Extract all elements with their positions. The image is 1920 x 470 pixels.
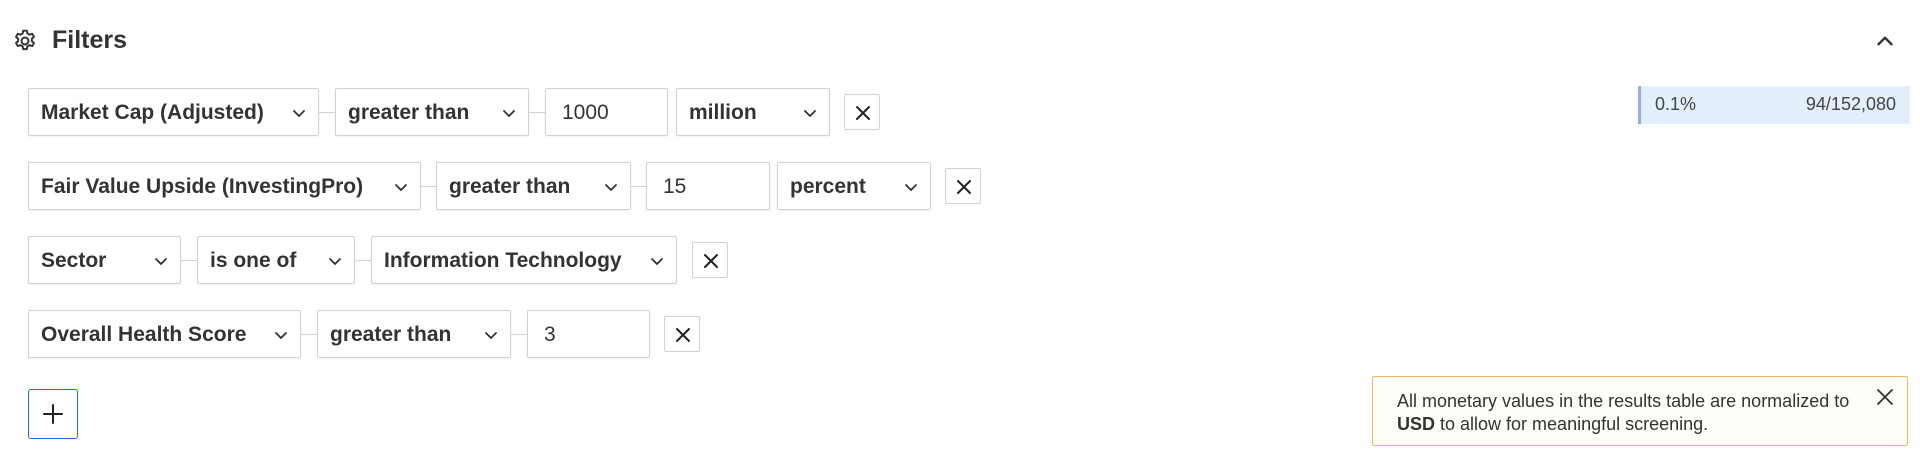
- field-select-label: Fair Value Upside (InvestingPro): [41, 175, 364, 198]
- value-select-label: Information Technology: [384, 249, 622, 272]
- notice-text-after: to allow for meaningful screening.: [1435, 414, 1709, 434]
- operator-select-label: greater than: [348, 101, 470, 124]
- unit-select-label: percent: [790, 175, 866, 198]
- filter-row-health-score: Overall Health Score greater than 3: [28, 310, 1128, 360]
- field-select[interactable]: Sector: [28, 236, 181, 284]
- connector-line: [511, 334, 527, 335]
- chevron-down-icon: [503, 110, 515, 117]
- connector-line: [355, 260, 371, 261]
- currency-notice: All monetary values in the results table…: [1372, 376, 1908, 446]
- chevron-down-icon: [329, 258, 341, 265]
- field-select-label: Overall Health Score: [41, 323, 247, 346]
- results-stats-bar: 0.1% 94/152,080: [1638, 86, 1910, 124]
- plus-icon: [43, 404, 63, 424]
- connector-line: [631, 186, 646, 187]
- chevron-down-icon: [605, 184, 617, 191]
- value-input[interactable]: 1000: [545, 88, 668, 136]
- field-select[interactable]: Fair Value Upside (InvestingPro): [28, 162, 421, 210]
- remove-filter-button[interactable]: [692, 242, 728, 278]
- filters-title: Filters: [52, 26, 128, 54]
- remove-filter-button[interactable]: [664, 316, 700, 352]
- operator-select[interactable]: greater than: [335, 88, 529, 136]
- gear-icon: [15, 29, 35, 51]
- operator-select-label: is one of: [210, 249, 297, 272]
- operator-select[interactable]: greater than: [436, 162, 631, 210]
- chevron-down-icon: [155, 258, 167, 265]
- connector-line: [301, 334, 317, 335]
- unit-select[interactable]: percent: [777, 162, 931, 210]
- field-select-label: Sector: [41, 249, 107, 272]
- field-select[interactable]: Market Cap (Adjusted): [28, 88, 319, 136]
- chevron-down-icon: [485, 332, 497, 339]
- connector-line: [319, 112, 335, 113]
- value-input-text: 3: [544, 323, 556, 346]
- filter-row-fair-value: Fair Value Upside (InvestingPro) greater…: [28, 162, 1128, 212]
- operator-select[interactable]: greater than: [317, 310, 511, 358]
- value-select[interactable]: Information Technology: [371, 236, 677, 284]
- notice-text-before: All monetary values in the results table…: [1397, 391, 1850, 411]
- chevron-down-icon: [275, 332, 287, 339]
- close-icon: [856, 106, 870, 120]
- close-icon: [957, 180, 971, 194]
- chevron-down-icon: [651, 258, 663, 265]
- filters-header: Filters: [0, 0, 1920, 80]
- unit-select[interactable]: million: [676, 88, 830, 136]
- operator-select-label: greater than: [330, 323, 452, 346]
- filter-row-market-cap: Market Cap (Adjusted) greater than 1000 …: [28, 88, 1128, 138]
- chevron-down-icon: [804, 110, 816, 117]
- value-input-text: 15: [663, 175, 687, 198]
- remove-filter-button[interactable]: [844, 94, 880, 130]
- connector-line: [421, 186, 436, 187]
- close-icon: [704, 254, 718, 268]
- remove-filter-button[interactable]: [945, 168, 981, 204]
- connector-line: [529, 112, 545, 113]
- unit-select-label: million: [689, 101, 757, 124]
- field-select[interactable]: Overall Health Score: [28, 310, 301, 358]
- results-percent: 0.1%: [1655, 94, 1697, 114]
- add-filter-button[interactable]: [28, 389, 78, 439]
- notice-text: All monetary values in the results table…: [1397, 390, 1867, 436]
- value-input-text: 1000: [562, 101, 609, 124]
- operator-select[interactable]: is one of: [197, 236, 355, 284]
- chevron-up-icon[interactable]: [1872, 28, 1898, 54]
- value-input[interactable]: 3: [527, 310, 650, 358]
- close-icon[interactable]: [1875, 387, 1895, 407]
- results-count: 94/152,080: [1805, 94, 1896, 114]
- chevron-down-icon: [905, 184, 917, 191]
- chevron-down-icon: [293, 110, 305, 117]
- operator-select-label: greater than: [449, 175, 571, 198]
- field-select-label: Market Cap (Adjusted): [41, 101, 264, 124]
- filter-row-sector: Sector is one of Information Technology: [28, 236, 1128, 286]
- close-icon: [676, 328, 690, 342]
- value-input[interactable]: 15: [646, 162, 770, 210]
- connector-line: [181, 260, 197, 261]
- notice-currency: USD: [1397, 414, 1436, 434]
- chevron-down-icon: [395, 184, 407, 191]
